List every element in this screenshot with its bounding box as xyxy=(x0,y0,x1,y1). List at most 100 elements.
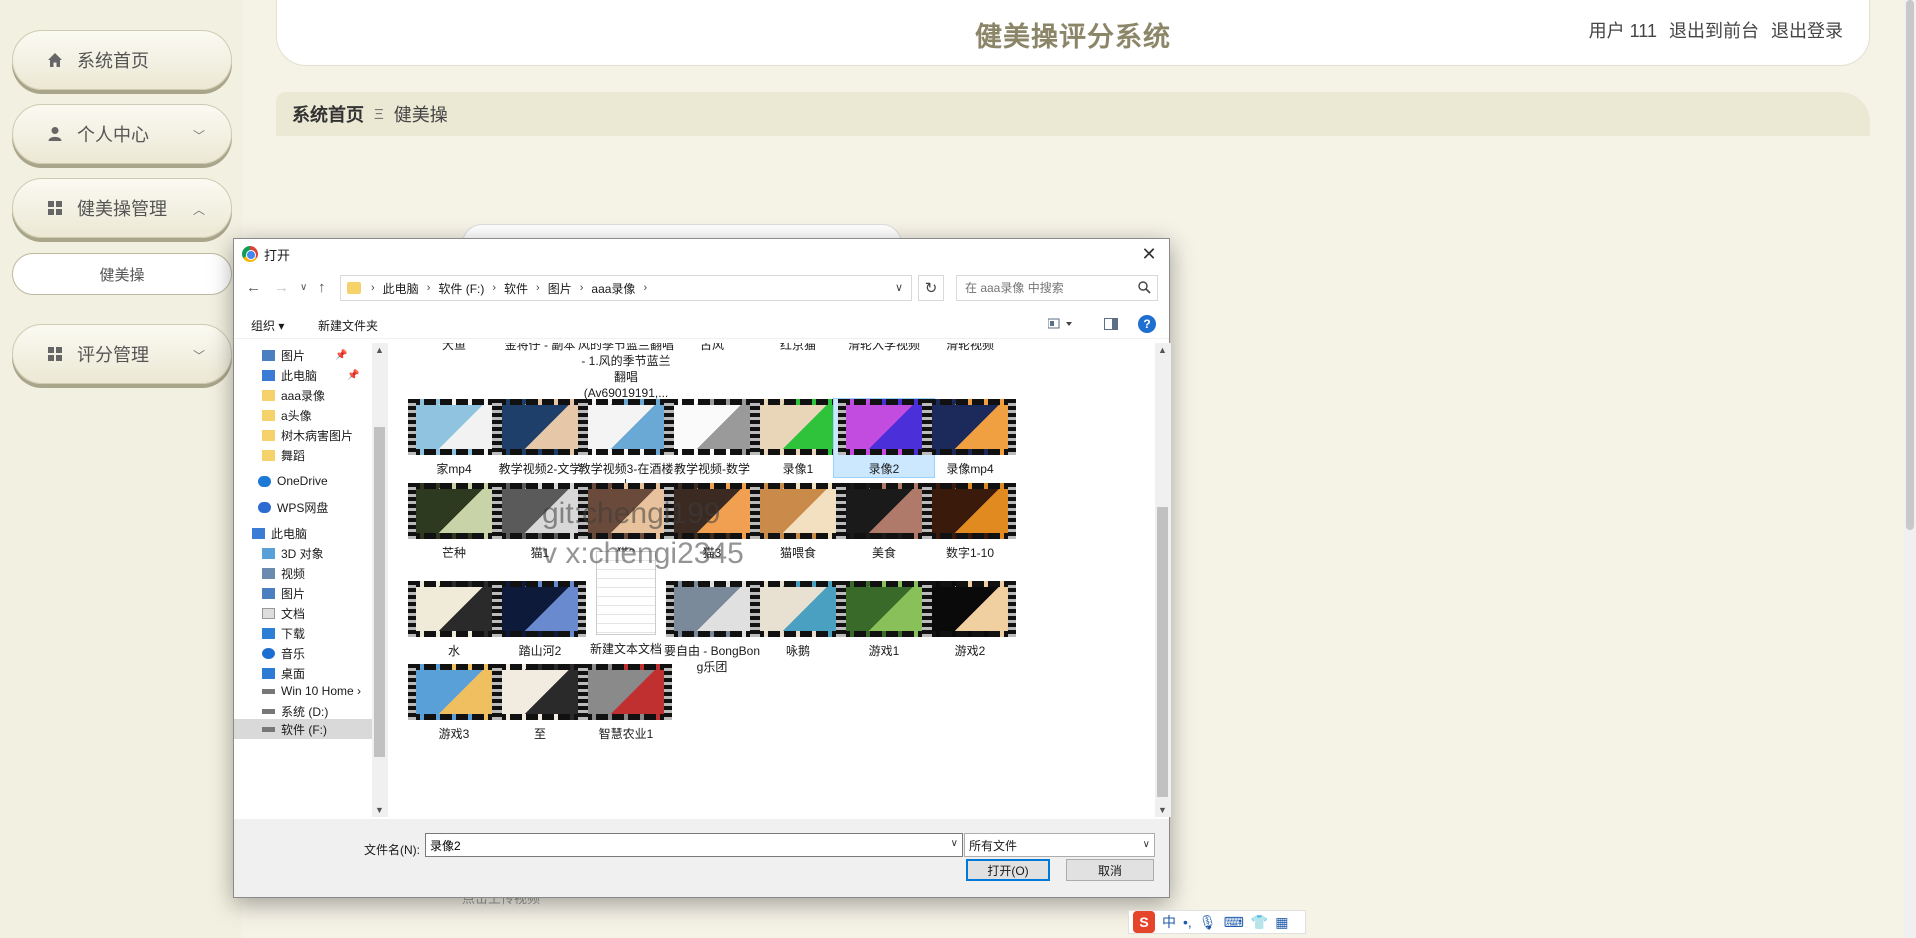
file-label-partial[interactable]: 滑轮视频 xyxy=(920,343,1020,353)
file-name-label: 踏山河2 xyxy=(518,644,562,658)
punctuation-icon[interactable]: •, xyxy=(1183,914,1192,930)
folder-icon xyxy=(262,449,275,461)
front-link[interactable]: 退出到前台 xyxy=(1669,17,1759,43)
video-file-item[interactable]: 美食 xyxy=(834,483,934,561)
file-label-partial[interactable]: 金将仔 - 副本 xyxy=(490,343,590,353)
sidebar-item-score-manage[interactable]: 评分管理 ﹀ xyxy=(12,324,232,384)
video-file-item[interactable]: 游戏1 xyxy=(834,581,934,659)
video-file-item[interactable]: 游戏3 xyxy=(404,664,504,742)
file-label-partial[interactable]: 红京猫 xyxy=(748,343,848,353)
path-segment[interactable]: 软件 xyxy=(504,280,528,297)
video-file-item[interactable]: 要自由 - BongBong乐团 xyxy=(662,581,762,675)
video-thumbnail xyxy=(752,581,844,637)
file-list-scrollbar[interactable]: ▲ ▼ xyxy=(1155,343,1171,817)
organize-menu[interactable]: 组织 ▾ xyxy=(251,317,284,334)
toolbox-grid-icon[interactable]: ▦ xyxy=(1275,914,1288,931)
nav-item[interactable]: WPS网盘 xyxy=(258,497,328,517)
ime-toolbar[interactable]: S 中 •, 🎙 ⌨ 👕 ▦ xyxy=(1128,910,1306,934)
video-file-item[interactable]: 教学视频-数学 xyxy=(662,399,762,477)
nav-item[interactable]: 文档 xyxy=(262,603,305,623)
sidebar-subitem-aerobics[interactable]: 健美操 xyxy=(12,253,232,295)
back-icon[interactable]: ← xyxy=(246,279,261,296)
video-file-item[interactable]: 水 xyxy=(404,581,504,659)
nav-item[interactable]: 桌面 xyxy=(262,663,305,683)
file-label-partial[interactable]: 风的季节蓝兰翻唱 - 1.风的季节蓝兰翻唱(Av69019191,... xyxy=(576,343,676,401)
nav-item[interactable]: 软件 (F:) xyxy=(234,719,372,739)
nav-item[interactable]: Win 10 Home › xyxy=(262,681,361,701)
video-file-item[interactable]: 智慧农业1 xyxy=(576,664,676,742)
video-file-item[interactable]: 猫喂食 xyxy=(748,483,848,561)
close-icon[interactable]: ✕ xyxy=(1135,241,1163,267)
nav-item[interactable]: 音乐 xyxy=(262,643,305,663)
nav-item[interactable]: a头像 xyxy=(262,405,312,425)
video-file-item[interactable]: 教学视频2-文学 xyxy=(490,399,590,477)
search-icon xyxy=(1138,281,1151,297)
path-segment[interactable]: 软件 (F:) xyxy=(438,280,484,297)
view-options-icon[interactable] xyxy=(1047,318,1074,330)
nav-item-label: WPS网盘 xyxy=(277,500,329,515)
nav-item[interactable]: 3D 对象 xyxy=(262,543,324,563)
forward-icon[interactable]: → xyxy=(274,279,289,296)
video-file-item[interactable]: 踏山河2 xyxy=(490,581,590,659)
logout-link[interactable]: 退出登录 xyxy=(1771,17,1843,43)
file-label-partial[interactable]: 古风 xyxy=(662,343,762,353)
video-file-item[interactable]: 录像mp4 xyxy=(920,399,1020,477)
video-file-item[interactable]: 录像1 xyxy=(748,399,848,477)
nav-item[interactable]: 舞蹈 xyxy=(262,445,305,465)
refresh-icon[interactable]: ↻ xyxy=(918,275,944,301)
filename-combo[interactable]: ∨ xyxy=(425,833,963,857)
sidebar-item-aerobics-manage[interactable]: 健美操管理 ︿ xyxy=(12,178,232,238)
path-segment[interactable]: 图片 xyxy=(548,280,572,297)
search-input[interactable] xyxy=(965,281,1125,295)
document-file-item[interactable]: 新建文本文档 xyxy=(576,551,676,657)
recent-chevron-icon[interactable]: ∨ xyxy=(300,282,307,293)
path-segment[interactable]: aaa录像 xyxy=(591,280,635,297)
nav-item[interactable]: 图片 xyxy=(262,583,305,603)
video-file-item[interactable]: 咏鹅 xyxy=(748,581,848,659)
video-file-item[interactable]: 录像2 xyxy=(833,398,935,478)
video-file-item[interactable]: 游戏2 xyxy=(920,581,1020,659)
sidebar-item-personal[interactable]: 个人中心 ﹀ xyxy=(12,104,232,164)
sidebar-item-label: 评分管理 xyxy=(77,345,149,365)
nav-item-label: 图片 xyxy=(281,348,306,363)
open-button[interactable]: 打开(O) xyxy=(966,859,1050,881)
video-file-item[interactable]: 芒种 xyxy=(404,483,504,561)
file-list: 大鱼 金将仔 - 副本 风的季节蓝兰翻唱 - 1.风的季节蓝兰翻唱(Av690191… xyxy=(394,343,1154,817)
preview-pane-icon[interactable] xyxy=(1104,318,1118,330)
nav-item[interactable]: OneDrive xyxy=(258,471,328,491)
path-segment[interactable]: 此电脑 xyxy=(383,280,419,297)
up-icon[interactable]: ↑ xyxy=(318,279,326,296)
nav-item[interactable]: 此电脑 📌 xyxy=(262,365,359,385)
nav-item[interactable]: 此电脑 xyxy=(252,523,307,543)
ime-mode[interactable]: 中 xyxy=(1162,912,1176,932)
nav-item[interactable]: 图片 📌 xyxy=(262,345,347,365)
nav-item[interactable]: 下载 xyxy=(262,623,305,643)
chevron-down-icon[interactable]: ∨ xyxy=(951,838,958,849)
nav-item[interactable]: aaa录像 xyxy=(262,385,325,405)
new-folder-button[interactable]: 新建文件夹 xyxy=(318,317,378,334)
nav-item[interactable]: 系统 (D:) xyxy=(262,701,328,721)
video-file-item[interactable]: 数字1-10 xyxy=(920,483,1020,561)
microphone-icon[interactable]: 🎙 xyxy=(1199,914,1217,931)
cancel-button[interactable]: 取消 xyxy=(1066,859,1154,881)
search-box[interactable] xyxy=(956,275,1158,301)
breadcrumb-home[interactable]: 系统首页 xyxy=(292,101,364,127)
nav-pane-scrollbar[interactable]: ▲ ▼ xyxy=(372,343,388,817)
video-file-item[interactable]: 家mp4 xyxy=(404,399,504,477)
address-bar[interactable]: › 此电脑 › 软件 (F:) › 软件 › 图片 › aaa录像 › ∨ xyxy=(340,275,912,301)
video-file-item[interactable]: 教学视频3-在酒楼上 xyxy=(576,399,676,493)
file-label-partial[interactable]: 滑轮入学视频 xyxy=(834,343,934,353)
file-label-partial[interactable]: 大鱼 xyxy=(404,343,504,353)
filename-input[interactable] xyxy=(426,834,926,856)
filetype-select[interactable]: 所有文件 ∨ xyxy=(964,833,1155,857)
skin-shirt-icon[interactable]: 👕 xyxy=(1251,914,1268,931)
keyboard-icon[interactable]: ⌨ xyxy=(1224,914,1244,931)
chevron-down-icon[interactable]: ∨ xyxy=(895,281,903,294)
sidebar-item-home[interactable]: 系统首页 xyxy=(12,30,232,90)
page-scrollbar[interactable] xyxy=(1904,0,1916,938)
help-icon[interactable]: ? xyxy=(1138,315,1156,333)
nav-item-label: 桌面 xyxy=(281,666,306,681)
video-file-item[interactable]: 至 xyxy=(490,664,590,742)
nav-item[interactable]: 树木病害图片 xyxy=(262,425,353,445)
nav-item[interactable]: 视频 xyxy=(262,563,305,583)
